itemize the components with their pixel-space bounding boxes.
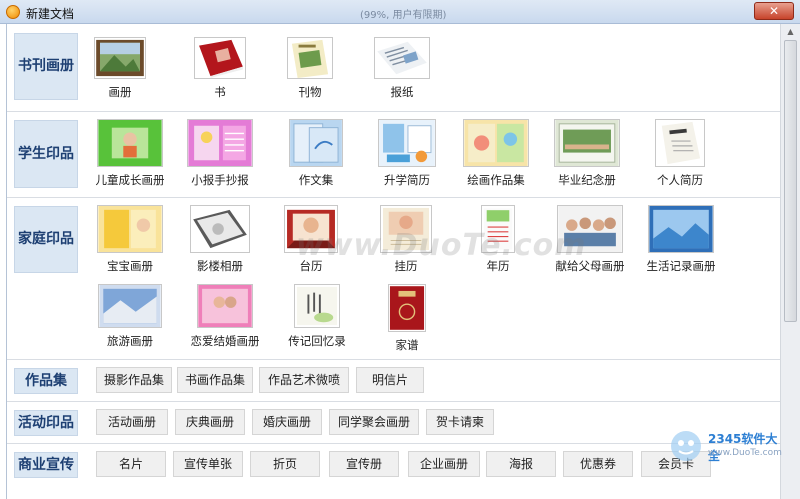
wedding-album-thumbnail-icon bbox=[197, 284, 253, 328]
app-logo-icon bbox=[6, 5, 20, 19]
template-album[interactable]: 画册 bbox=[78, 37, 162, 100]
template-label: 宝宝画册 bbox=[107, 259, 153, 273]
template-handwritten-paper[interactable]: 小报手抄报 bbox=[178, 119, 262, 188]
book-thumbnail-icon bbox=[194, 37, 246, 79]
newspaper-thumbnail-icon bbox=[374, 37, 430, 79]
template-label: 传记回忆录 bbox=[288, 334, 346, 348]
template-label: 画册 bbox=[108, 85, 132, 99]
button-poster[interactable]: 海报 bbox=[486, 451, 556, 477]
template-label: 绘画作品集 bbox=[467, 173, 525, 187]
template-personal-resume[interactable]: 个人简历 bbox=[638, 119, 722, 188]
button-wedding-celebration-album[interactable]: 婚庆画册 bbox=[252, 409, 322, 435]
template-memoir[interactable]: 传记回忆录 bbox=[275, 284, 359, 349]
template-label: 刊物 bbox=[298, 85, 322, 99]
template-essay-collection[interactable]: 作文集 bbox=[274, 119, 358, 188]
scroll-thumb[interactable] bbox=[784, 40, 797, 322]
category-label: 书刊画册 bbox=[14, 33, 78, 100]
album-thumbnail-icon bbox=[94, 37, 146, 79]
template-label: 小报手抄报 bbox=[191, 173, 249, 187]
template-life-record-album[interactable]: 生活记录画册 bbox=[639, 205, 723, 274]
scroll-up-arrow-icon[interactable]: ▲ bbox=[783, 26, 798, 38]
category-label: 家庭印品 bbox=[14, 206, 78, 273]
template-label: 恋爱结婚画册 bbox=[190, 334, 260, 348]
admission-resume-thumbnail-icon bbox=[378, 119, 436, 167]
template-label: 报纸 bbox=[390, 85, 414, 99]
button-business-card[interactable]: 名片 bbox=[96, 451, 166, 477]
template-label: 生活记录画册 bbox=[646, 259, 716, 273]
button-calligraphy-portfolio[interactable]: 书画作品集 bbox=[177, 367, 253, 393]
template-family-tree[interactable]: 家谱 bbox=[365, 284, 449, 353]
brand-watermark-url: www.DuoTe.com bbox=[708, 448, 782, 458]
travel-album-thumbnail-icon bbox=[98, 284, 162, 328]
button-postcard[interactable]: 明信片 bbox=[356, 367, 424, 393]
section-books: 书刊画册 画册 书 刊物 报纸 bbox=[7, 24, 780, 112]
essay-collection-thumbnail-icon bbox=[289, 119, 343, 167]
section-business: 商业宣传 名片 宣传单张 折页 宣传册 企业画册 海报 优惠券 会员卡 bbox=[7, 444, 780, 499]
template-travel-album[interactable]: 旅游画册 bbox=[88, 284, 172, 349]
template-label: 儿童成长画册 bbox=[95, 173, 165, 187]
template-label: 升学简历 bbox=[384, 173, 430, 187]
template-newspaper[interactable]: 报纸 bbox=[360, 37, 444, 100]
template-painting-portfolio[interactable]: 绘画作品集 bbox=[454, 119, 538, 188]
title-bar: 新建文档 (99%, 用户有限期) ✕ bbox=[0, 0, 800, 24]
button-celebration-album[interactable]: 庆典画册 bbox=[175, 409, 245, 435]
close-button[interactable]: ✕ bbox=[754, 2, 794, 20]
painting-portfolio-thumbnail-icon bbox=[463, 119, 529, 167]
personal-resume-thumbnail-icon bbox=[655, 119, 705, 167]
category-label: 活动印品 bbox=[14, 410, 78, 436]
family-tree-thumbnail-icon bbox=[388, 284, 426, 332]
button-art-giclee[interactable]: 作品艺术微喷 bbox=[259, 367, 349, 393]
button-corporate-album[interactable]: 企业画册 bbox=[408, 451, 480, 477]
category-label: 学生印品 bbox=[14, 120, 78, 188]
section-event: 活动印品 活动画册 庆典画册 婚庆画册 同学聚会画册 贺卡请柬 bbox=[7, 402, 780, 444]
button-photo-portfolio[interactable]: 摄影作品集 bbox=[96, 367, 172, 393]
brand-watermark-name: 2345软件大全 bbox=[708, 432, 778, 463]
template-label: 旅游画册 bbox=[107, 334, 153, 348]
button-event-album[interactable]: 活动画册 bbox=[96, 409, 168, 435]
handwritten-paper-thumbnail-icon bbox=[187, 119, 253, 167]
magazine-thumbnail-icon bbox=[287, 37, 333, 79]
graduation-album-thumbnail-icon bbox=[554, 119, 620, 167]
section-student: 学生印品 儿童成长画册 小报手抄报 作文集 升学简历 绘画作品集 毕业纪念册 个… bbox=[7, 112, 780, 198]
template-label: 作文集 bbox=[298, 173, 334, 187]
brand-logo-icon bbox=[671, 431, 701, 461]
category-label: 商业宣传 bbox=[14, 452, 78, 478]
window-title: 新建文档 bbox=[26, 7, 75, 21]
section-portfolio: 作品集 摄影作品集 书画作品集 作品艺术微喷 明信片 bbox=[7, 360, 780, 402]
template-magazine[interactable]: 刊物 bbox=[268, 37, 352, 100]
template-wedding-album[interactable]: 恋爱结婚画册 bbox=[183, 284, 267, 349]
template-label: 家谱 bbox=[395, 338, 419, 352]
baby-album-thumbnail-icon bbox=[97, 205, 163, 253]
template-label: 影楼相册 bbox=[197, 259, 243, 273]
template-admission-resume[interactable]: 升学简历 bbox=[365, 119, 449, 188]
template-book[interactable]: 书 bbox=[178, 37, 262, 100]
site-watermark: www.DuoTe.com bbox=[296, 228, 587, 263]
category-label: 作品集 bbox=[14, 368, 78, 394]
button-reunion-album[interactable]: 同学聚会画册 bbox=[329, 409, 419, 435]
template-graduation-album[interactable]: 毕业纪念册 bbox=[545, 119, 629, 188]
template-baby-album[interactable]: 宝宝画册 bbox=[88, 205, 172, 274]
memoir-thumbnail-icon bbox=[294, 284, 340, 328]
button-brochure[interactable]: 宣传册 bbox=[329, 451, 399, 477]
template-label: 毕业纪念册 bbox=[558, 173, 616, 187]
button-greeting-card[interactable]: 贺卡请柬 bbox=[426, 409, 494, 435]
template-label: 个人简历 bbox=[657, 173, 703, 187]
template-child-growth-album[interactable]: 儿童成长画册 bbox=[88, 119, 172, 188]
template-label: 书 bbox=[214, 85, 226, 99]
life-record-album-thumbnail-icon bbox=[648, 205, 714, 253]
button-flyer[interactable]: 宣传单张 bbox=[173, 451, 243, 477]
window-subtitle: (99%, 用户有限期) bbox=[360, 10, 447, 21]
brand-watermark: 2345软件大全 www.DuoTe.com bbox=[668, 426, 782, 466]
section-family: 家庭印品 宝宝画册 影楼相册 台历 挂历 年历 献给父母画册 生活记录画册 旅游… bbox=[7, 198, 780, 360]
vertical-scrollbar[interactable]: ▲ bbox=[780, 24, 800, 499]
child-growth-album-thumbnail-icon bbox=[97, 119, 163, 167]
button-folded-leaflet[interactable]: 折页 bbox=[250, 451, 320, 477]
button-coupon[interactable]: 优惠券 bbox=[563, 451, 633, 477]
studio-album-thumbnail-icon bbox=[190, 205, 250, 253]
template-studio-album[interactable]: 影楼相册 bbox=[178, 205, 262, 274]
